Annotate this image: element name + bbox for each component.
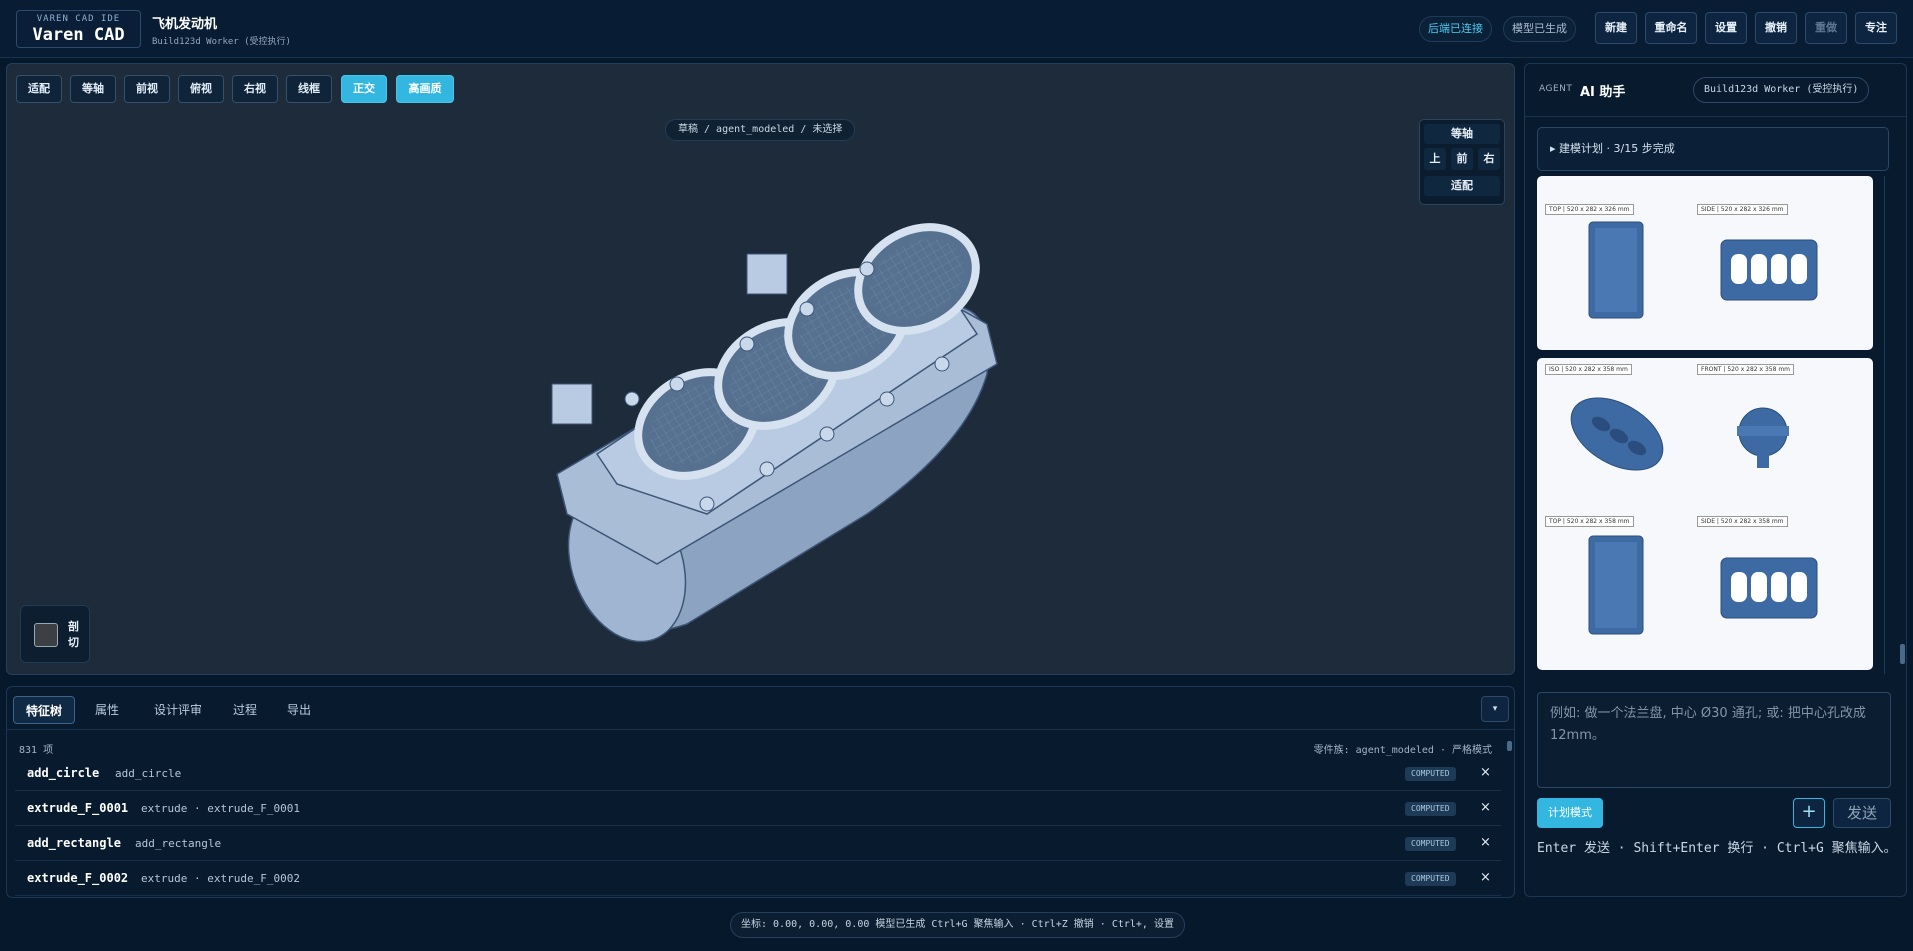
agent-panel: AGENT AI 助手 Build123d Worker (受控执行) ▸ 建模… (1524, 63, 1907, 897)
feature-status-badge: COMPUTED (1405, 802, 1456, 816)
high-quality-toggle[interactable]: 高画质 (396, 75, 454, 103)
view-label: SIDE | 520 x 282 x 358 mm (1697, 516, 1788, 527)
app-header: VAREN CAD IDE Varen CAD 飞机发动机 Build123d … (0, 0, 1913, 58)
viewcube-fit-button[interactable]: 适配 (1424, 176, 1500, 196)
logo-title: Varen CAD (32, 25, 125, 45)
front-view-button[interactable]: 前视 (124, 75, 170, 103)
wireframe-button[interactable]: 线框 (286, 75, 332, 103)
viewcube-iso-button[interactable]: 等轴 (1424, 124, 1500, 144)
settings-button[interactable]: 设置 (1705, 12, 1747, 44)
render-preview-card[interactable]: ISO | 520 x 282 x 358 mm FRONT | 520 x 2… (1537, 358, 1873, 670)
view-cube: 等轴 上 前 右 适配 (1419, 119, 1505, 205)
feature-name: add_circle (27, 766, 100, 780)
collapse-panel-button[interactable]: ▾ (1481, 696, 1509, 722)
fit-view-button[interactable]: 适配 (16, 75, 62, 103)
delete-feature-button[interactable]: × (1480, 800, 1491, 815)
keyboard-hint: Enter 发送 · Shift+Enter 换行 · Ctrl+G 聚焦输入。 (1537, 841, 1897, 856)
feature-description: extrude · extrude_F_0002 (141, 872, 300, 885)
side-view-render (1720, 239, 1818, 301)
scrollbar-thumb[interactable] (1507, 741, 1512, 751)
status-bar: 坐标: 0.00, 0.00, 0.00 模型已生成 Ctrl+G 聚焦输入 ·… (730, 912, 1185, 938)
feature-status-badge: COMPUTED (1405, 837, 1456, 851)
engine-model[interactable] (537, 184, 1017, 644)
viewcube-front-button[interactable]: 前 (1451, 148, 1473, 170)
tab-divider (7, 729, 1514, 730)
feature-name: extrude_F_0002 (27, 871, 129, 885)
feature-description: add_circle (115, 767, 182, 780)
feature-name: add_rectangle (27, 836, 121, 850)
feature-list-scrollbar[interactable] (1507, 737, 1512, 887)
logo-subtitle: VAREN CAD IDE (36, 14, 121, 24)
top-view-render (1588, 535, 1644, 635)
add-attachment-button[interactable]: + (1793, 798, 1825, 828)
view-label: TOP | 520 x 282 x 326 mm (1545, 204, 1634, 215)
iso-view-render (1570, 397, 1664, 471)
focus-button[interactable]: 专注 (1855, 12, 1897, 44)
viewcube-top-button[interactable]: 上 (1424, 148, 1446, 170)
project-subtitle: Build123d Worker (受控执行) (152, 37, 291, 47)
app-logo: VAREN CAD IDE Varen CAD (16, 10, 141, 48)
tab-feature-tree[interactable]: 特征树 (13, 696, 75, 724)
feature-row[interactable]: extrude_F_0002 extrude · extrude_F_0002 … (15, 862, 1501, 896)
viewcube-right-button[interactable]: 右 (1478, 148, 1500, 170)
feature-count: 831 项 (19, 745, 54, 756)
feature-row[interactable]: add_rectangle add_rectangle COMPUTED × (15, 827, 1501, 861)
prompt-input[interactable]: 例如: 做一个法兰盘, 中心 Ø30 通孔; 或: 把中心孔改成 12mm。 (1537, 692, 1891, 788)
rename-button[interactable]: 重命名 (1645, 12, 1697, 44)
agent-title: AI 助手 (1580, 85, 1626, 100)
feature-description: add_rectangle (135, 837, 222, 850)
tab-process[interactable]: 过程 (223, 696, 267, 724)
chat-messages[interactable]: TOP | 520 x 282 x 326 mm SIDE | 520 x 28… (1537, 176, 1885, 674)
section-label: 剖切 (68, 620, 79, 649)
feature-name: extrude_F_0001 (27, 801, 129, 815)
top-view-render (1588, 221, 1644, 319)
iso-view-button[interactable]: 等轴 (70, 75, 116, 103)
view-label: SIDE | 520 x 282 x 326 mm (1697, 204, 1788, 215)
bottom-panel: 特征树 属性 设计评审 过程 导出 ▾ 831 项 零件族: agent_mod… (6, 686, 1515, 898)
agent-worker-badge[interactable]: Build123d Worker (受控执行) (1693, 77, 1870, 103)
redo-button[interactable]: 重做 (1805, 12, 1847, 44)
project-title: 飞机发动机 (152, 17, 218, 32)
model-status-badge: 模型已生成 (1503, 16, 1576, 42)
undo-button[interactable]: 撤销 (1755, 12, 1797, 44)
tab-export[interactable]: 导出 (277, 696, 321, 724)
send-button[interactable]: 发送 (1833, 798, 1891, 828)
view-label: ISO | 520 x 282 x 358 mm (1545, 364, 1632, 375)
front-view-render (1737, 407, 1789, 468)
cad-viewport[interactable]: 适配 等轴 前视 俯视 右视 线框 正交 高画质 草稿 / agent_mode… (6, 63, 1515, 675)
chat-scrollbar[interactable] (1900, 644, 1905, 664)
delete-feature-button[interactable]: × (1480, 765, 1491, 780)
delete-feature-button[interactable]: × (1480, 870, 1491, 885)
feature-status-badge: COMPUTED (1405, 767, 1456, 781)
selection-breadcrumb: 草稿 / agent_modeled / 未选择 (665, 119, 856, 141)
feature-row[interactable]: add_circle add_circle COMPUTED × (15, 757, 1501, 791)
top-view-button[interactable]: 俯视 (178, 75, 224, 103)
backend-status-badge: 后端已连接 (1419, 16, 1492, 42)
feature-row[interactable]: extrude_F_0001 extrude · extrude_F_0001 … (15, 792, 1501, 826)
delete-feature-button[interactable]: × (1480, 835, 1491, 850)
plan-mode-button[interactable]: 计划模式 (1537, 798, 1603, 828)
right-view-button[interactable]: 右视 (232, 75, 278, 103)
tab-design-review[interactable]: 设计评审 (143, 696, 213, 724)
tab-properties[interactable]: 属性 (85, 696, 129, 724)
panel-divider (1525, 116, 1906, 117)
new-button[interactable]: 新建 (1595, 12, 1637, 44)
agent-tag: AGENT (1539, 84, 1573, 94)
view-label: TOP | 520 x 282 x 358 mm (1545, 516, 1634, 527)
ortho-toggle[interactable]: 正交 (341, 75, 387, 103)
render-preview-card[interactable]: TOP | 520 x 282 x 326 mm SIDE | 520 x 28… (1537, 176, 1873, 350)
section-checkbox[interactable] (34, 623, 58, 647)
view-label: FRONT | 520 x 282 x 358 mm (1697, 364, 1795, 375)
feature-status-badge: COMPUTED (1405, 872, 1456, 886)
feature-description: extrude · extrude_F_0001 (141, 802, 300, 815)
modeling-plan-toggle[interactable]: ▸ 建模计划 · 3/15 步完成 (1537, 127, 1889, 171)
side-view-render (1720, 557, 1818, 619)
section-toggle[interactable]: 剖切 (20, 605, 90, 663)
part-family-info: 零件族: agent_modeled · 严格模式 (1313, 745, 1492, 756)
